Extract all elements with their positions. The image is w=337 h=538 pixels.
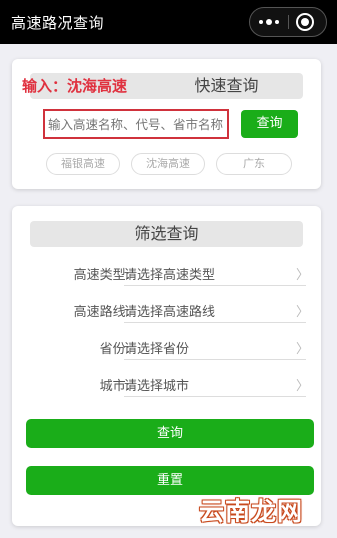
chevron-right-icon: 〉	[296, 305, 310, 320]
close-miniprogram-icon[interactable]	[296, 13, 314, 31]
highway-route-label: 高速路线:	[73, 305, 130, 320]
highway-type-label: 高速类型:	[73, 268, 130, 283]
highway-route-value: 请选择高速路线	[124, 305, 216, 320]
search-input[interactable]	[43, 109, 229, 139]
more-icon[interactable]	[250, 8, 288, 36]
input-annotation: 输入：沈海高速	[22, 77, 128, 95]
quick-search-button[interactable]: 查询	[241, 110, 298, 138]
tag-guangdong[interactable]: 广东	[216, 153, 292, 175]
filter-title: 筛选查询	[30, 221, 303, 247]
highway-type-picker[interactable]: 高速类型: 请选择高速类型 〉	[12, 262, 321, 288]
chevron-right-icon: 〉	[296, 342, 310, 357]
province-picker[interactable]: 省份: 请选择省份 〉	[12, 336, 321, 362]
title-bar: 高速路况查询	[0, 0, 337, 44]
reset-button[interactable]: 重置	[26, 466, 314, 495]
chevron-right-icon: 〉	[296, 268, 310, 283]
province-value: 请选择省份	[124, 342, 190, 357]
city-picker[interactable]: 城市: 请选择城市 〉	[12, 373, 321, 399]
divider	[124, 285, 306, 286]
chevron-right-icon: 〉	[296, 379, 310, 394]
divider	[124, 396, 306, 397]
highway-type-value: 请选择高速类型	[124, 268, 216, 283]
tag-shenhai[interactable]: 沈海高速	[131, 153, 205, 175]
city-value: 请选择城市	[124, 379, 190, 394]
capsule-divider	[288, 15, 289, 29]
query-button[interactable]: 查询	[26, 419, 314, 448]
divider	[124, 359, 306, 360]
site-watermark: 云南龙网	[199, 497, 304, 526]
mini-program-capsule	[249, 7, 327, 37]
app-title: 高速路况查询	[11, 14, 105, 32]
tag-fuyin[interactable]: 福银高速	[46, 153, 120, 175]
divider	[124, 322, 306, 323]
highway-route-picker[interactable]: 高速路线: 请选择高速路线 〉	[12, 299, 321, 325]
